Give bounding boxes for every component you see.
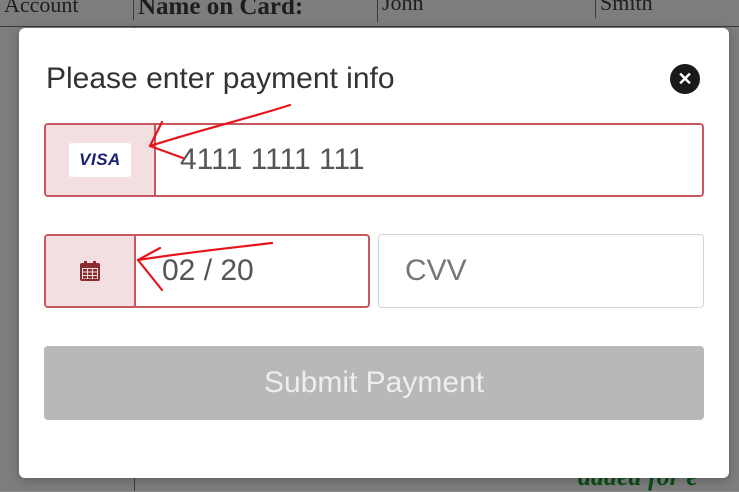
cvv-input[interactable]: CVV — [378, 234, 704, 308]
close-icon[interactable]: ✕ — [670, 64, 700, 94]
submit-payment-button[interactable]: Submit Payment — [44, 346, 704, 420]
background-cell-first-name: John — [378, 0, 596, 18]
expiry-addon — [46, 236, 136, 306]
modal-title: Please enter payment info — [46, 62, 395, 95]
background-cell-name-on-card: Name on Card: — [134, 0, 378, 22]
background-table-row: Account Name on Card: John Smith — [0, 0, 739, 27]
payment-modal: Please enter payment info ✕ VISA 4111 11… — [19, 28, 729, 478]
card-number-input[interactable]: 4111 1111 111 — [156, 125, 702, 195]
background-cell-last-name: Smith — [600, 0, 653, 15]
card-brand-addon: VISA — [46, 125, 156, 195]
expiry-group: 02 / 20 — [44, 234, 370, 308]
expiry-input[interactable]: 02 / 20 — [136, 236, 368, 306]
visa-card-icon: VISA — [69, 143, 131, 177]
background-cell-account: Account — [0, 0, 134, 20]
calendar-icon — [80, 261, 100, 281]
card-number-group: VISA 4111 1111 111 — [44, 123, 704, 197]
